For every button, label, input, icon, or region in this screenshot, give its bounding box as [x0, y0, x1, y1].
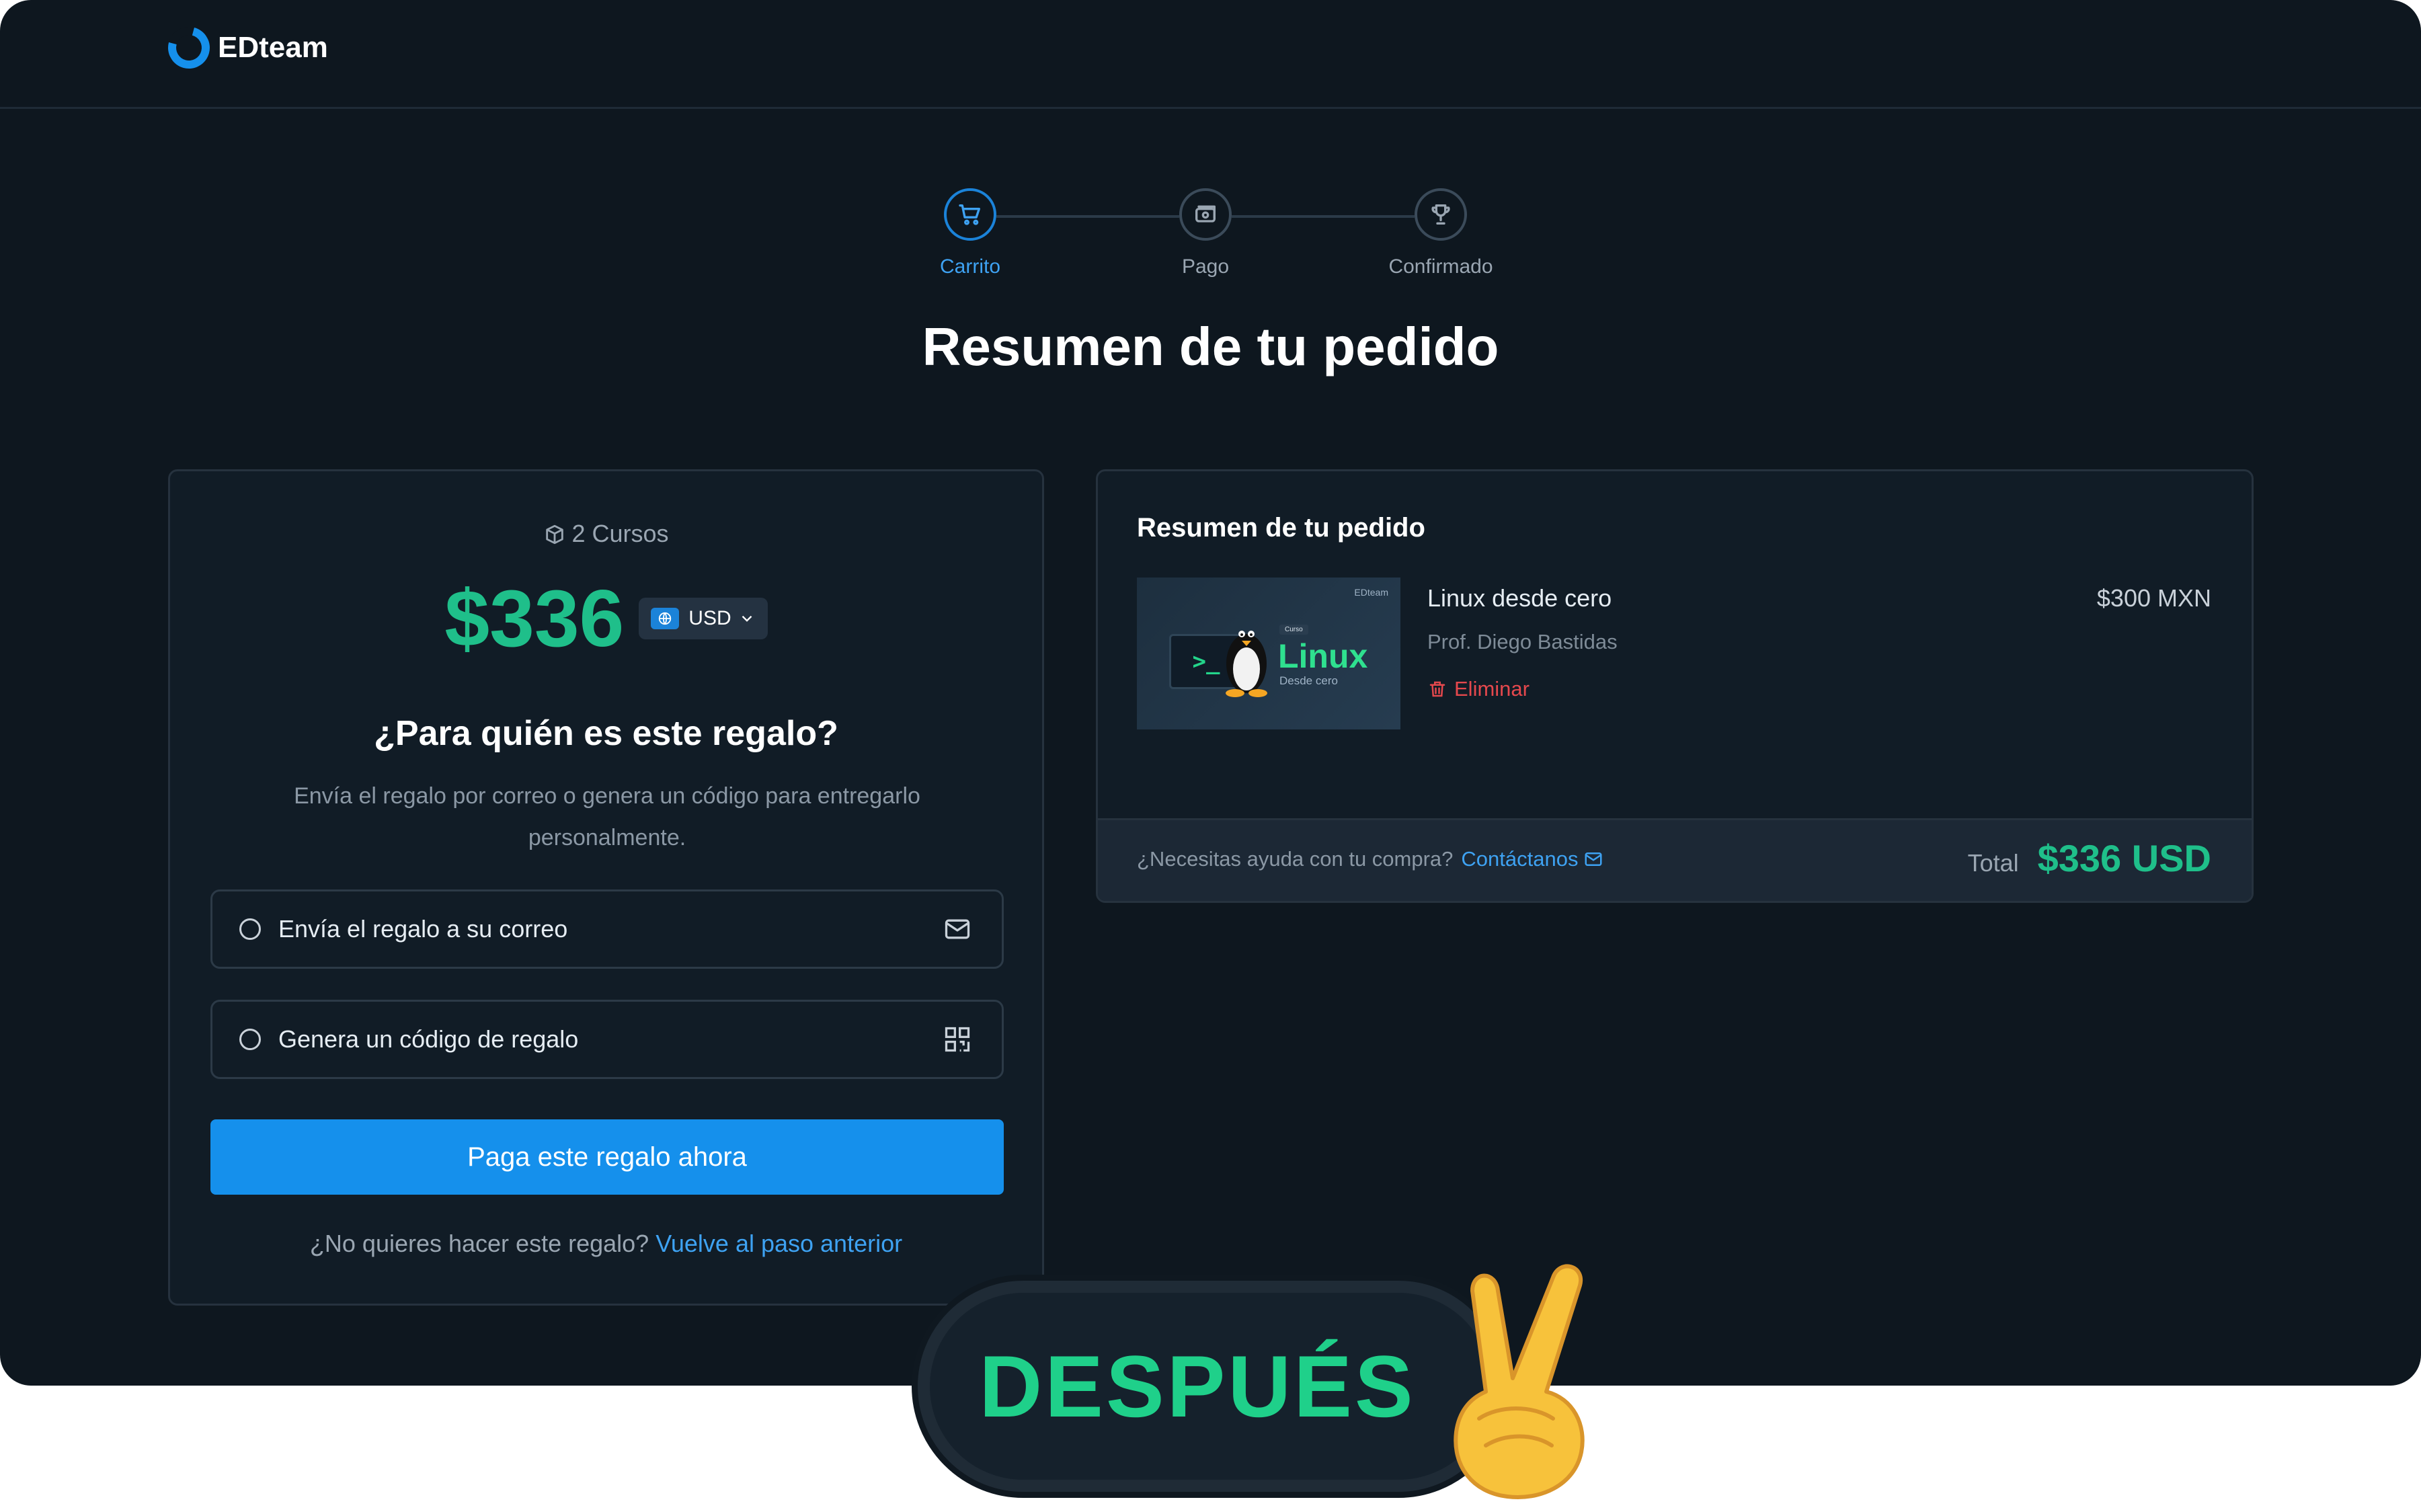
step-label-confirmado: Confirmado	[1388, 255, 1493, 278]
step-connector	[996, 215, 1179, 218]
trophy-icon	[1415, 188, 1467, 241]
option-label: Genera un código de regalo	[278, 1025, 579, 1053]
courses-count: 2 Cursos	[170, 520, 1042, 548]
payment-icon	[1179, 188, 1232, 241]
mail-icon	[1585, 852, 1602, 866]
remove-course-button[interactable]: Eliminar	[1427, 677, 1530, 701]
course-name[interactable]: Linux desde cero	[1427, 584, 1612, 612]
back-row: ¿No quieres hacer este regalo? Vuelve al…	[170, 1230, 1042, 1258]
app-window: EDteam Carrito Pago Confirmado Resumen d…	[0, 0, 2421, 1386]
courses-count-label: 2 Cursos	[571, 520, 669, 547]
gift-question: ¿Para quién es este regalo?	[374, 714, 838, 753]
help-text: ¿Necesitas ayuda con tu compra?	[1137, 847, 1454, 871]
currency-selector[interactable]: USD	[639, 598, 768, 639]
chevron-down-icon	[742, 615, 752, 622]
pay-gift-button[interactable]: Paga este regalo ahora	[210, 1119, 1004, 1195]
back-text: ¿No quieres hacer este regalo?	[309, 1230, 649, 1257]
back-link[interactable]: Vuelve al paso anterior	[656, 1230, 902, 1257]
contact-link[interactable]: Contáctanos	[1461, 847, 1603, 871]
course-thumbnail[interactable]: EDteam >_ Curso Linux Desde cero	[1137, 578, 1400, 729]
remove-label: Eliminar	[1454, 677, 1530, 701]
price-row: $336 USD	[170, 572, 1042, 665]
gift-subtitle: Envía el regalo por correo o genera un c…	[294, 783, 920, 850]
victory-hand-icon	[1454, 1264, 1585, 1499]
cart-icon	[944, 188, 996, 241]
gift-price: $336	[444, 573, 625, 664]
mail-icon	[943, 914, 972, 944]
step-connector	[1232, 215, 1415, 218]
thumb-subtitle: Desde cero	[1279, 674, 1338, 687]
globe-icon	[651, 608, 680, 629]
course-professor: Prof. Diego Bastidas	[1427, 630, 1618, 653]
qr-code-icon	[943, 1025, 972, 1054]
badge-label: DESPUÉS	[979, 1337, 1416, 1435]
option-send-email[interactable]: Envía el regalo a su correo	[210, 889, 1004, 969]
radio-button[interactable]	[239, 918, 261, 940]
course-price: $300 MXN	[2096, 584, 2211, 612]
thumb-badge: Curso	[1279, 625, 1308, 635]
total-value: $336 USD	[2037, 837, 2211, 879]
order-summary-panel: Resumen de tu pedido EDteam >_ Curso Lin…	[1096, 469, 2254, 903]
logo-text: EDteam	[218, 31, 328, 64]
thumb-brand: EDteam	[1354, 587, 1388, 598]
trash-icon	[1429, 681, 1445, 697]
summary-footer: ¿Necesitas ayuda con tu compra? Contácta…	[1098, 818, 2252, 901]
step-label-pago: Pago	[1181, 255, 1230, 278]
help-row: ¿Necesitas ayuda con tu compra? Contácta…	[1137, 847, 1603, 871]
option-generate-code[interactable]: Genera un código de regalo	[210, 1000, 1004, 1079]
top-navbar: EDteam	[0, 0, 2421, 109]
page-title: Resumen de tu pedido	[922, 317, 1499, 376]
step-label-carrito: Carrito	[939, 255, 1000, 278]
total-row: Total $336 USD	[1968, 836, 2211, 880]
thumb-title: Linux	[1278, 637, 1368, 675]
summary-title: Resumen de tu pedido	[1137, 513, 1425, 543]
checkout-stepper: Carrito Pago Confirmado	[940, 188, 1493, 289]
penguin-icon	[1226, 631, 1267, 697]
contact-label: Contáctanos	[1461, 847, 1579, 871]
gift-card-panel: 2 Cursos $336 USD ¿Para quién es este re…	[168, 469, 1044, 1306]
despues-badge: DESPUÉS	[912, 1275, 1510, 1498]
radio-button[interactable]	[239, 1029, 261, 1050]
currency-label: USD	[688, 607, 731, 629]
option-label: Envía el regalo a su correo	[278, 915, 568, 943]
total-label: Total	[1967, 849, 2019, 877]
package-icon	[546, 524, 564, 545]
logo-ring-icon	[160, 19, 218, 77]
edteam-logo[interactable]: EDteam	[160, 19, 328, 77]
